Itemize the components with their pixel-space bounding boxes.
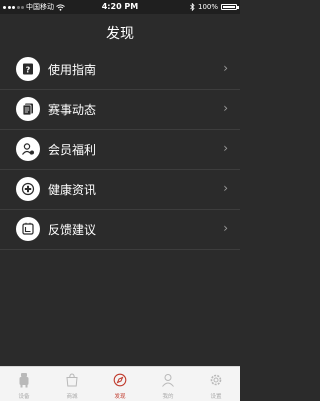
tab-label: 商城	[66, 394, 78, 400]
chevron-right-icon: ›	[223, 221, 228, 235]
menu-item-label: 赛事动态	[48, 103, 97, 117]
tab-label: 设备	[18, 394, 30, 400]
tab-shop[interactable]: 商城	[48, 367, 96, 401]
tab-discover[interactable]: 发现	[96, 367, 144, 401]
tab-bar: 设备 商城 发现 我的 设置	[0, 366, 240, 401]
feedback-icon	[16, 217, 40, 241]
health-icon	[16, 177, 40, 201]
menu-item-label: 使用指南	[48, 63, 97, 77]
member-icon	[16, 137, 40, 161]
tab-label: 设置	[210, 394, 222, 400]
menu-item-member-benefits[interactable]: 会员福利 ›	[0, 130, 240, 170]
bluetooth-icon	[190, 3, 195, 11]
menu-item-label: 反馈建议	[48, 223, 97, 237]
menu-item-label: 健康资讯	[48, 183, 97, 197]
tab-label: 发现	[114, 394, 126, 400]
discover-menu: ? 使用指南 › 赛事动态 › 会员福利 › 健康资讯 › 反馈建议 ›	[0, 50, 240, 250]
page-title: 发现	[106, 26, 134, 42]
settings-icon	[208, 372, 224, 388]
tab-profile[interactable]: 我的	[144, 367, 192, 401]
svg-text:?: ?	[26, 66, 31, 75]
shop-icon	[64, 372, 80, 388]
discover-icon	[112, 372, 128, 388]
menu-item-events[interactable]: 赛事动态 ›	[0, 90, 240, 130]
chevron-right-icon: ›	[223, 101, 228, 115]
document-icon	[16, 97, 40, 121]
menu-item-health-news[interactable]: 健康资讯 ›	[0, 170, 240, 210]
chevron-right-icon: ›	[223, 141, 228, 155]
tab-label: 我的	[162, 394, 174, 400]
status-bar: 中国移动 4:20 PM 100%	[0, 0, 240, 14]
tab-device[interactable]: 设备	[0, 367, 48, 401]
guide-icon: ?	[16, 57, 40, 81]
profile-icon	[160, 372, 176, 388]
battery-percent: 100%	[197, 3, 218, 11]
menu-item-label: 会员福利	[48, 143, 97, 157]
device-icon	[16, 372, 32, 388]
chevron-right-icon: ›	[223, 181, 228, 195]
menu-item-guide[interactable]: ? 使用指南 ›	[0, 50, 240, 90]
battery-icon	[221, 4, 239, 10]
navigation-bar: 发现	[0, 14, 240, 50]
tab-settings[interactable]: 设置	[192, 367, 240, 401]
chevron-right-icon: ›	[223, 61, 228, 75]
menu-item-feedback[interactable]: 反馈建议 ›	[0, 210, 240, 250]
